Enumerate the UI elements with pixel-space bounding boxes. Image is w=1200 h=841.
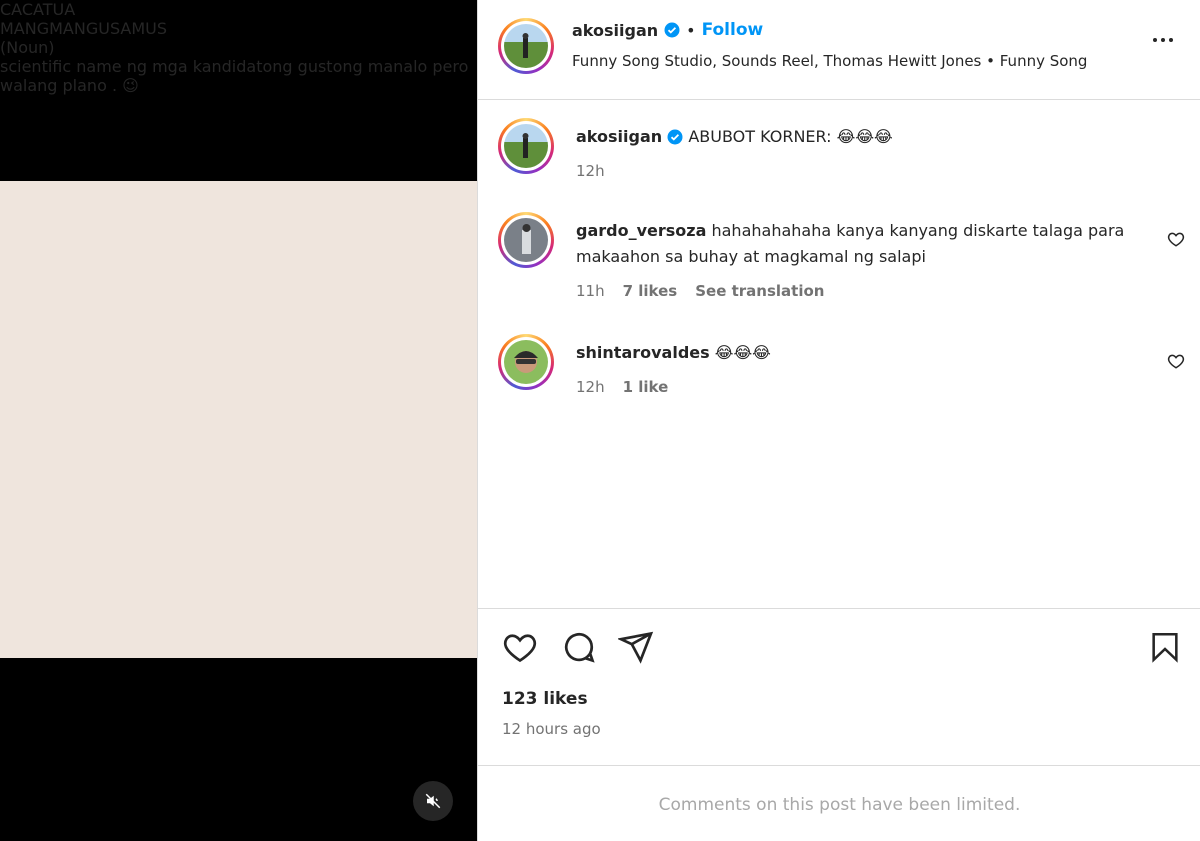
media-title-line2: MANGMANGUSAMUS	[0, 19, 168, 38]
save-bookmark-icon[interactable]	[1148, 629, 1182, 665]
see-translation-link[interactable]: See translation	[695, 282, 824, 300]
post-time: 12 hours ago	[502, 720, 601, 738]
comment-icon[interactable]	[561, 629, 597, 665]
likes-count[interactable]: 123 likes	[502, 689, 588, 709]
avatar[interactable]	[498, 18, 554, 74]
post-header: akosiigan • Follow Funny Song Studio, So…	[478, 0, 1200, 100]
post-sidebar: akosiigan • Follow Funny Song Studio, So…	[477, 0, 1200, 841]
comment-time: 11h	[576, 282, 605, 300]
share-icon[interactable]	[618, 629, 654, 665]
verified-badge-icon	[664, 22, 680, 38]
more-options-icon[interactable]	[1153, 38, 1173, 42]
comment-like-heart-icon[interactable]	[1167, 230, 1185, 248]
media-title: CACATUA MANGMANGUSAMUS	[0, 0, 477, 38]
comment-likes[interactable]: 1 like	[623, 378, 669, 396]
like-heart-icon[interactable]	[502, 629, 538, 665]
caption-text: ABUBOT KORNER: 😂😂😂	[688, 127, 893, 146]
comment-avatar[interactable]	[498, 212, 554, 268]
media-definition: scientific name ng mga kandidatong gusto…	[0, 57, 469, 95]
verified-badge-icon	[667, 129, 683, 145]
media-title-line1: CACATUA	[0, 0, 76, 19]
comment-text: 😂😂😂	[714, 343, 771, 362]
comment-likes[interactable]: 7 likes	[623, 282, 678, 300]
comment-time: 12h	[576, 378, 605, 396]
caption-avatar[interactable]	[498, 118, 554, 174]
audio-attribution[interactable]: Funny Song Studio, Sounds Reel, Thomas H…	[572, 52, 1087, 70]
separator-dot: •	[686, 20, 696, 40]
caption-username[interactable]: akosiigan	[576, 127, 662, 146]
comment-username[interactable]: gardo_versoza	[576, 221, 706, 240]
caption-time: 12h	[576, 162, 605, 180]
reel-frame	[0, 181, 477, 658]
comment-username[interactable]: shintarovaldes	[576, 343, 710, 362]
follow-button[interactable]: Follow	[702, 20, 764, 40]
comments-limited-notice: Comments on this post have been limited.	[658, 795, 1021, 815]
media-part-of-speech: (Noun)	[0, 38, 55, 57]
comment-like-heart-icon[interactable]	[1167, 352, 1185, 370]
mute-button[interactable]	[413, 781, 453, 821]
post-media[interactable]: CACATUA MANGMANGUSAMUS (Noun) scientific…	[0, 0, 477, 841]
comment-avatar[interactable]	[498, 334, 554, 390]
username[interactable]: akosiigan	[572, 21, 658, 40]
speaker-muted-icon	[425, 793, 441, 809]
